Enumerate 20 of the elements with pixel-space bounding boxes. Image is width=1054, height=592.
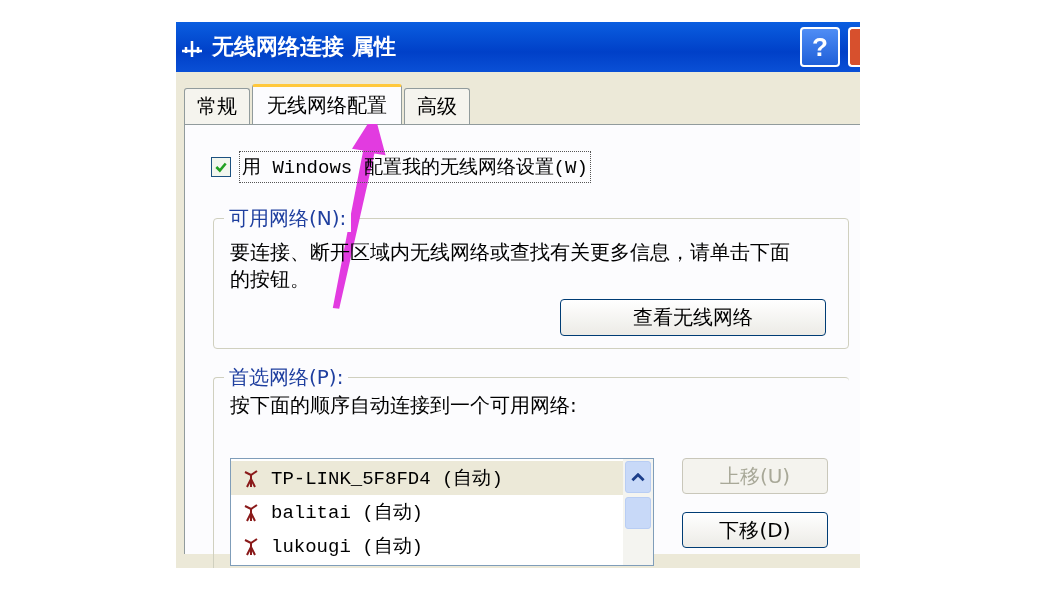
network-item[interactable]: TP-LINK_5F8FD4 (自动) — [231, 461, 623, 495]
checkbox[interactable] — [211, 157, 231, 177]
antenna-icon — [243, 502, 259, 522]
network-item[interactable]: balitai (自动) — [231, 495, 623, 529]
help-button[interactable]: ? — [800, 27, 840, 67]
move-button[interactable]: 下移(D) — [682, 512, 828, 548]
antenna-icon — [243, 536, 259, 556]
scroll-thumb[interactable] — [625, 497, 651, 529]
tab[interactable]: 无线网络配置 — [252, 84, 402, 124]
view-networks-button[interactable]: 查看无线网络 — [560, 299, 826, 336]
network-item[interactable]: lukougi (自动) — [231, 529, 623, 563]
window-title: 无线网络连接 属性 — [212, 33, 397, 61]
checkmark-icon — [214, 160, 228, 174]
scroll-up-icon[interactable] — [625, 461, 651, 493]
scrollbar[interactable] — [623, 459, 653, 565]
tab[interactable]: 常规 — [184, 88, 250, 124]
close-button[interactable] — [848, 27, 860, 67]
group-description: 按下面的顺序自动连接到一个可用网络: — [230, 392, 578, 418]
tab[interactable]: 高级 — [404, 88, 470, 124]
antenna-icon — [243, 468, 259, 488]
